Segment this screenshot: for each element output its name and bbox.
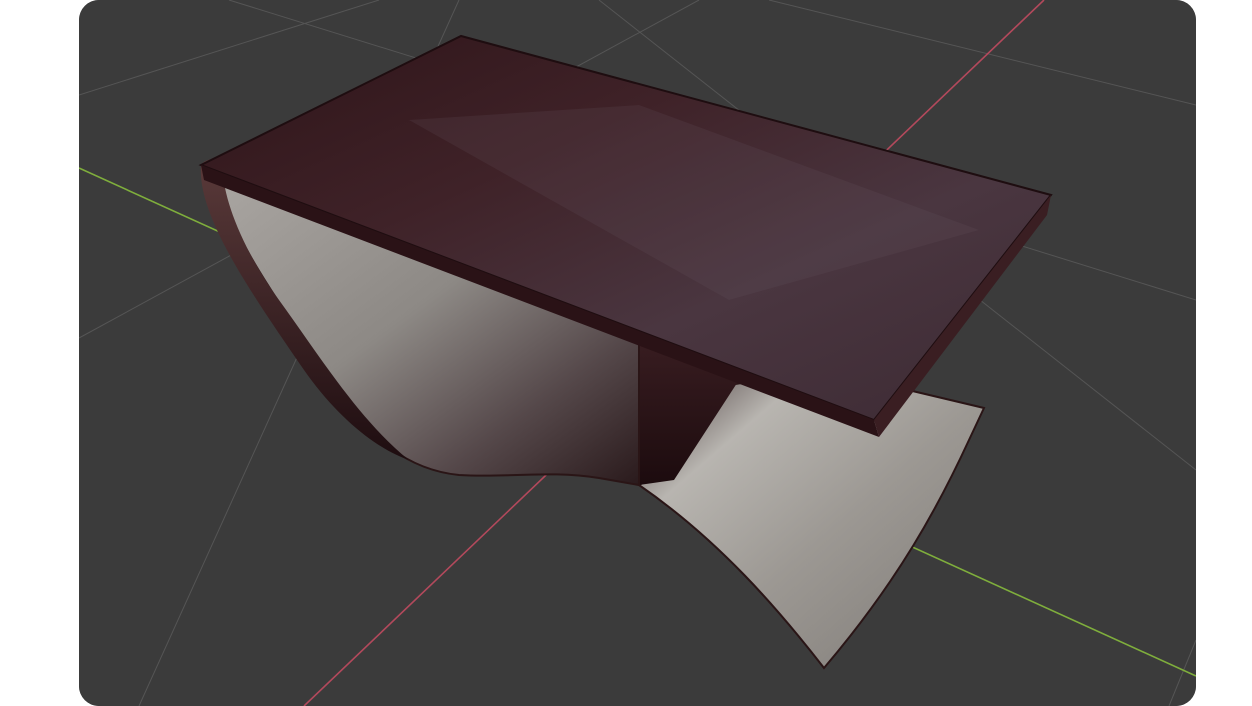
3d-viewport[interactable] [79,0,1196,706]
viewport-canvas[interactable] [79,0,1196,706]
